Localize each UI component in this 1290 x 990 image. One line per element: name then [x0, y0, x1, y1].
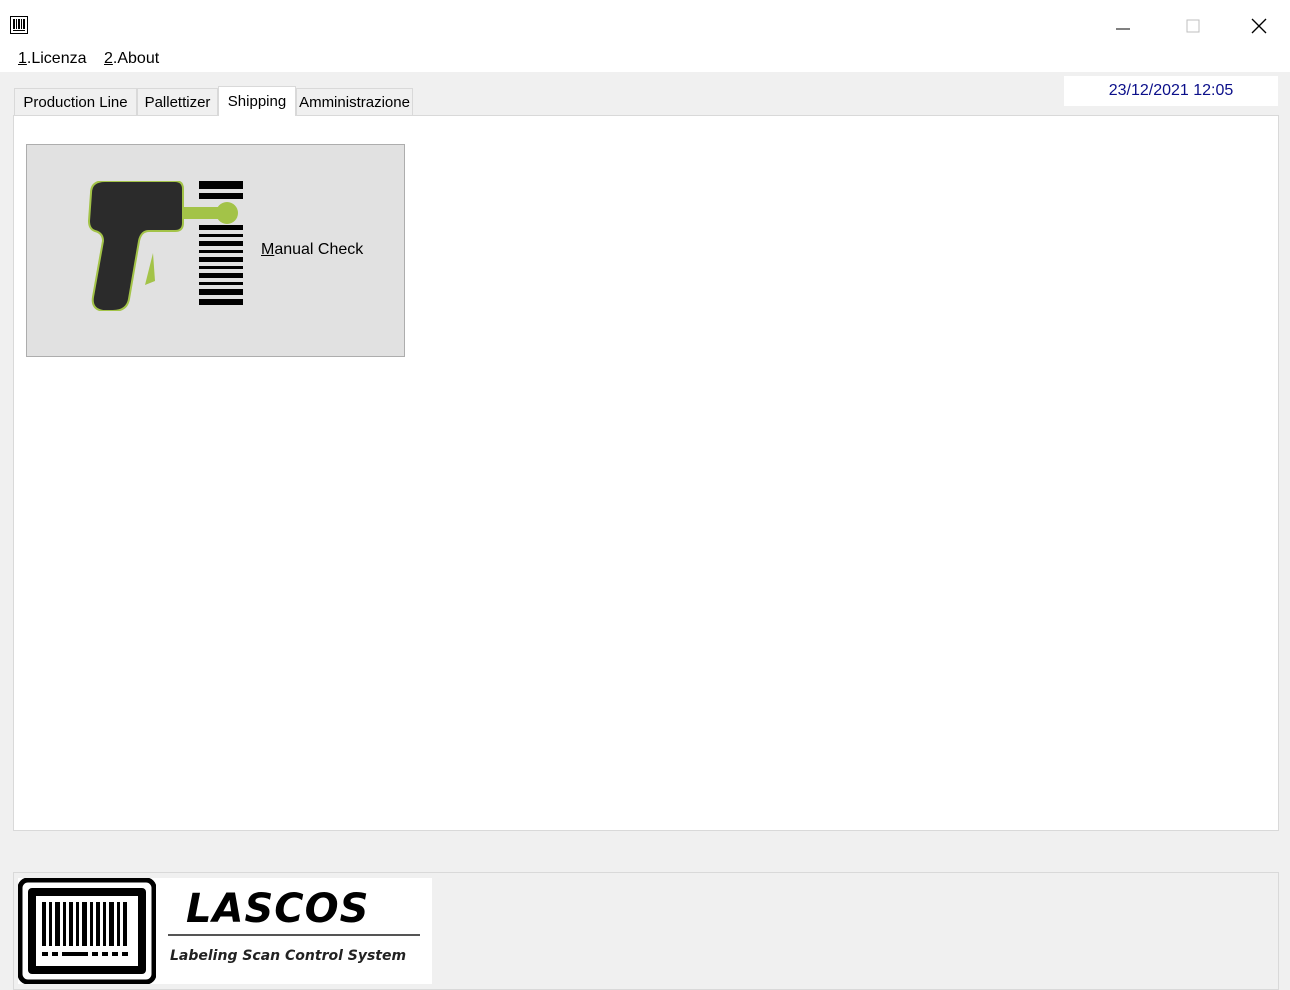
shipping-tab-panel: Manual Check	[13, 115, 1279, 831]
manual-check-accel: M	[261, 241, 275, 258]
close-button[interactable]	[1236, 8, 1282, 44]
tab-amministrazione[interactable]: Amministrazione	[296, 88, 413, 116]
close-icon	[1251, 18, 1267, 34]
minimize-button[interactable]	[1100, 8, 1146, 44]
menu-licenza[interactable]: 1.Licenza	[18, 50, 87, 68]
barcode-app-icon[interactable]	[10, 16, 28, 34]
menu-about[interactable]: 2.About	[104, 50, 159, 68]
menu-bar: 1.Licenza 2.About	[0, 44, 1290, 72]
tab-pallettizer[interactable]: Pallettizer	[137, 88, 218, 116]
lascos-logo: LASCOS Labeling Scan Control System	[18, 878, 432, 984]
logo-divider	[168, 934, 420, 936]
manual-check-button[interactable]: Manual Check	[26, 144, 405, 357]
minimize-icon	[1116, 28, 1130, 30]
menu-about-label: .About	[112, 50, 160, 67]
barcode-logo-icon	[18, 878, 156, 984]
barcode-scanner-icon	[87, 181, 243, 311]
maximize-icon	[1186, 19, 1200, 33]
title-bar	[0, 0, 1290, 44]
tab-shipping[interactable]: Shipping	[218, 86, 296, 116]
maximize-button[interactable]	[1170, 8, 1216, 44]
menu-about-accel: 2	[104, 50, 113, 67]
manual-check-label: Manual Check	[261, 241, 363, 259]
menu-licenza-label: .Licenza	[26, 50, 87, 67]
datetime-display: 23/12/2021 12:05	[1064, 76, 1278, 106]
tab-production-line[interactable]: Production Line	[14, 88, 137, 116]
manual-check-text: anual Check	[274, 241, 364, 258]
menu-licenza-accel: 1	[18, 50, 27, 67]
logo-subtitle: Labeling Scan Control System	[170, 948, 407, 964]
logo-title: LASCOS	[186, 886, 370, 932]
